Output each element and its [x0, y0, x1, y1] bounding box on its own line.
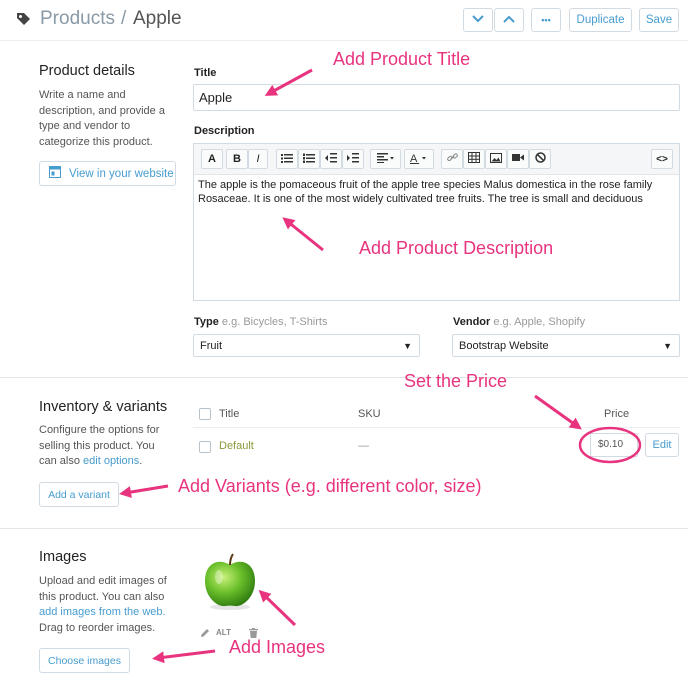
type-label: Type	[194, 316, 219, 328]
page-title: Apple	[133, 8, 182, 29]
chevron-down-icon	[472, 14, 484, 26]
choose-images-button[interactable]: Choose images	[39, 648, 130, 673]
add-images-from-web-link[interactable]: add images from the web.	[39, 606, 166, 618]
image-alt-button[interactable]: ALT	[216, 628, 231, 637]
view-in-website-button[interactable]: View in your website	[39, 161, 176, 186]
edit-options-link[interactable]: edit options	[83, 455, 139, 467]
column-header-title: Title	[219, 408, 240, 420]
bullet-list-button[interactable]	[276, 149, 298, 169]
variant-edit-button[interactable]: Edit	[645, 433, 679, 457]
arrow-to-variant-icon	[119, 484, 169, 498]
add-variant-button[interactable]: Add a variant	[39, 482, 119, 507]
edit-image-icon[interactable]	[200, 627, 210, 637]
product-details-heading: Product details	[39, 63, 135, 79]
breadcrumb-separator: /	[121, 8, 127, 29]
table-header-divider	[193, 427, 680, 428]
view-in-website-label: View in your website	[69, 167, 174, 180]
type-select-value: Fruit	[200, 340, 222, 352]
variant-row-checkbox[interactable]	[199, 441, 211, 453]
breadcrumb-products[interactable]: Products	[40, 8, 115, 30]
more-actions-button[interactable]: •••	[531, 8, 561, 32]
vendor-field-label: Vendor e.g. Apple, Shopify	[453, 316, 585, 328]
outdent-icon	[325, 152, 337, 166]
type-hint: e.g. Bicycles, T-Shirts	[221, 316, 328, 328]
annotation-add-variants: Add Variants (e.g. different color, size…	[178, 476, 482, 496]
html-source-button[interactable]: <>	[651, 149, 673, 169]
vendor-select[interactable]: Bootstrap Website ▼	[452, 334, 680, 357]
title-input[interactable]: Apple	[193, 84, 680, 111]
section-divider	[0, 377, 688, 378]
bold-button[interactable]: B	[226, 149, 248, 169]
link-icon	[446, 152, 458, 166]
images-description-text: Upload and edit images of this product. …	[39, 575, 167, 603]
product-image-apple[interactable]	[202, 553, 258, 611]
column-header-price: Price	[604, 408, 630, 420]
bullet-list-icon	[281, 153, 293, 166]
column-header-sku: SKU	[358, 408, 381, 420]
variant-sku: —	[358, 440, 369, 452]
font-button[interactable]: A	[201, 149, 223, 169]
chevron-up-icon	[503, 14, 515, 26]
annotation-add-images: Add Images	[229, 637, 326, 657]
align-dropdown-button[interactable]	[370, 149, 401, 169]
indent-icon	[347, 152, 359, 166]
type-select[interactable]: Fruit ▼	[193, 334, 420, 357]
arrow-to-choose-images-icon	[152, 649, 216, 664]
annotation-add-title: Add Product Title	[333, 49, 471, 69]
indent-button[interactable]	[342, 149, 364, 169]
text-color-icon: A	[410, 152, 428, 167]
save-button[interactable]: Save	[639, 8, 679, 32]
section-divider	[0, 528, 688, 529]
description-field-label: Description	[194, 125, 255, 137]
svg-text:A: A	[410, 153, 418, 164]
clear-format-button[interactable]	[529, 149, 551, 169]
table-button[interactable]	[463, 149, 485, 169]
images-description-end: Drag to reorder images.	[39, 621, 156, 634]
text-color-button[interactable]: A	[404, 149, 434, 169]
insert-video-button[interactable]	[507, 149, 529, 169]
website-icon	[49, 166, 61, 181]
ellipsis-icon: •••	[541, 15, 551, 25]
insert-image-button[interactable]	[485, 149, 507, 169]
variant-price-input[interactable]: $0.10	[590, 433, 638, 457]
vendor-label: Vendor	[453, 316, 491, 328]
type-field-label: Type e.g. Bicycles, T-Shirts	[194, 316, 327, 328]
vendor-hint: e.g. Apple, Shopify	[493, 316, 586, 328]
previous-product-button[interactable]	[463, 8, 493, 32]
annotation-set-price: Set the Price	[404, 371, 508, 391]
title-field-label: Title	[194, 67, 217, 79]
link-button[interactable]	[441, 149, 463, 169]
align-left-icon	[376, 152, 395, 166]
annotation-add-description: Add Product Description	[359, 238, 554, 258]
video-icon	[512, 153, 524, 165]
images-description: Upload and edit images of this product. …	[39, 574, 169, 636]
image-icon	[490, 152, 502, 166]
tag-icon	[15, 11, 31, 27]
inventory-heading: Inventory & variants	[39, 399, 168, 415]
no-format-icon	[534, 152, 546, 166]
outdent-button[interactable]	[320, 149, 342, 169]
description-text-area[interactable]: The apple is the pomaceous fruit of the …	[198, 179, 676, 206]
inventory-description-end: .	[139, 455, 143, 467]
duplicate-button[interactable]: Duplicate	[569, 8, 632, 32]
arrow-to-image-icon	[258, 589, 297, 627]
images-heading: Images	[39, 549, 87, 565]
vendor-select-value: Bootstrap Website	[459, 340, 549, 352]
numbered-list-button[interactable]	[298, 149, 320, 169]
arrow-to-price-icon	[534, 394, 582, 430]
italic-button[interactable]: I	[248, 149, 268, 169]
trash-icon[interactable]	[249, 627, 258, 638]
table-icon	[468, 152, 480, 166]
inventory-description: Configure the options for selling this p…	[39, 423, 169, 470]
next-product-button[interactable]	[494, 8, 524, 32]
select-all-checkbox[interactable]	[199, 408, 211, 420]
caret-down-icon: ▼	[403, 341, 412, 351]
variant-title-link[interactable]: Default	[219, 440, 254, 452]
numbered-list-icon	[303, 153, 315, 166]
product-details-description: Write a name and description, and provid…	[39, 89, 165, 148]
font-icon: A	[208, 153, 216, 165]
caret-down-icon: ▼	[663, 341, 672, 351]
